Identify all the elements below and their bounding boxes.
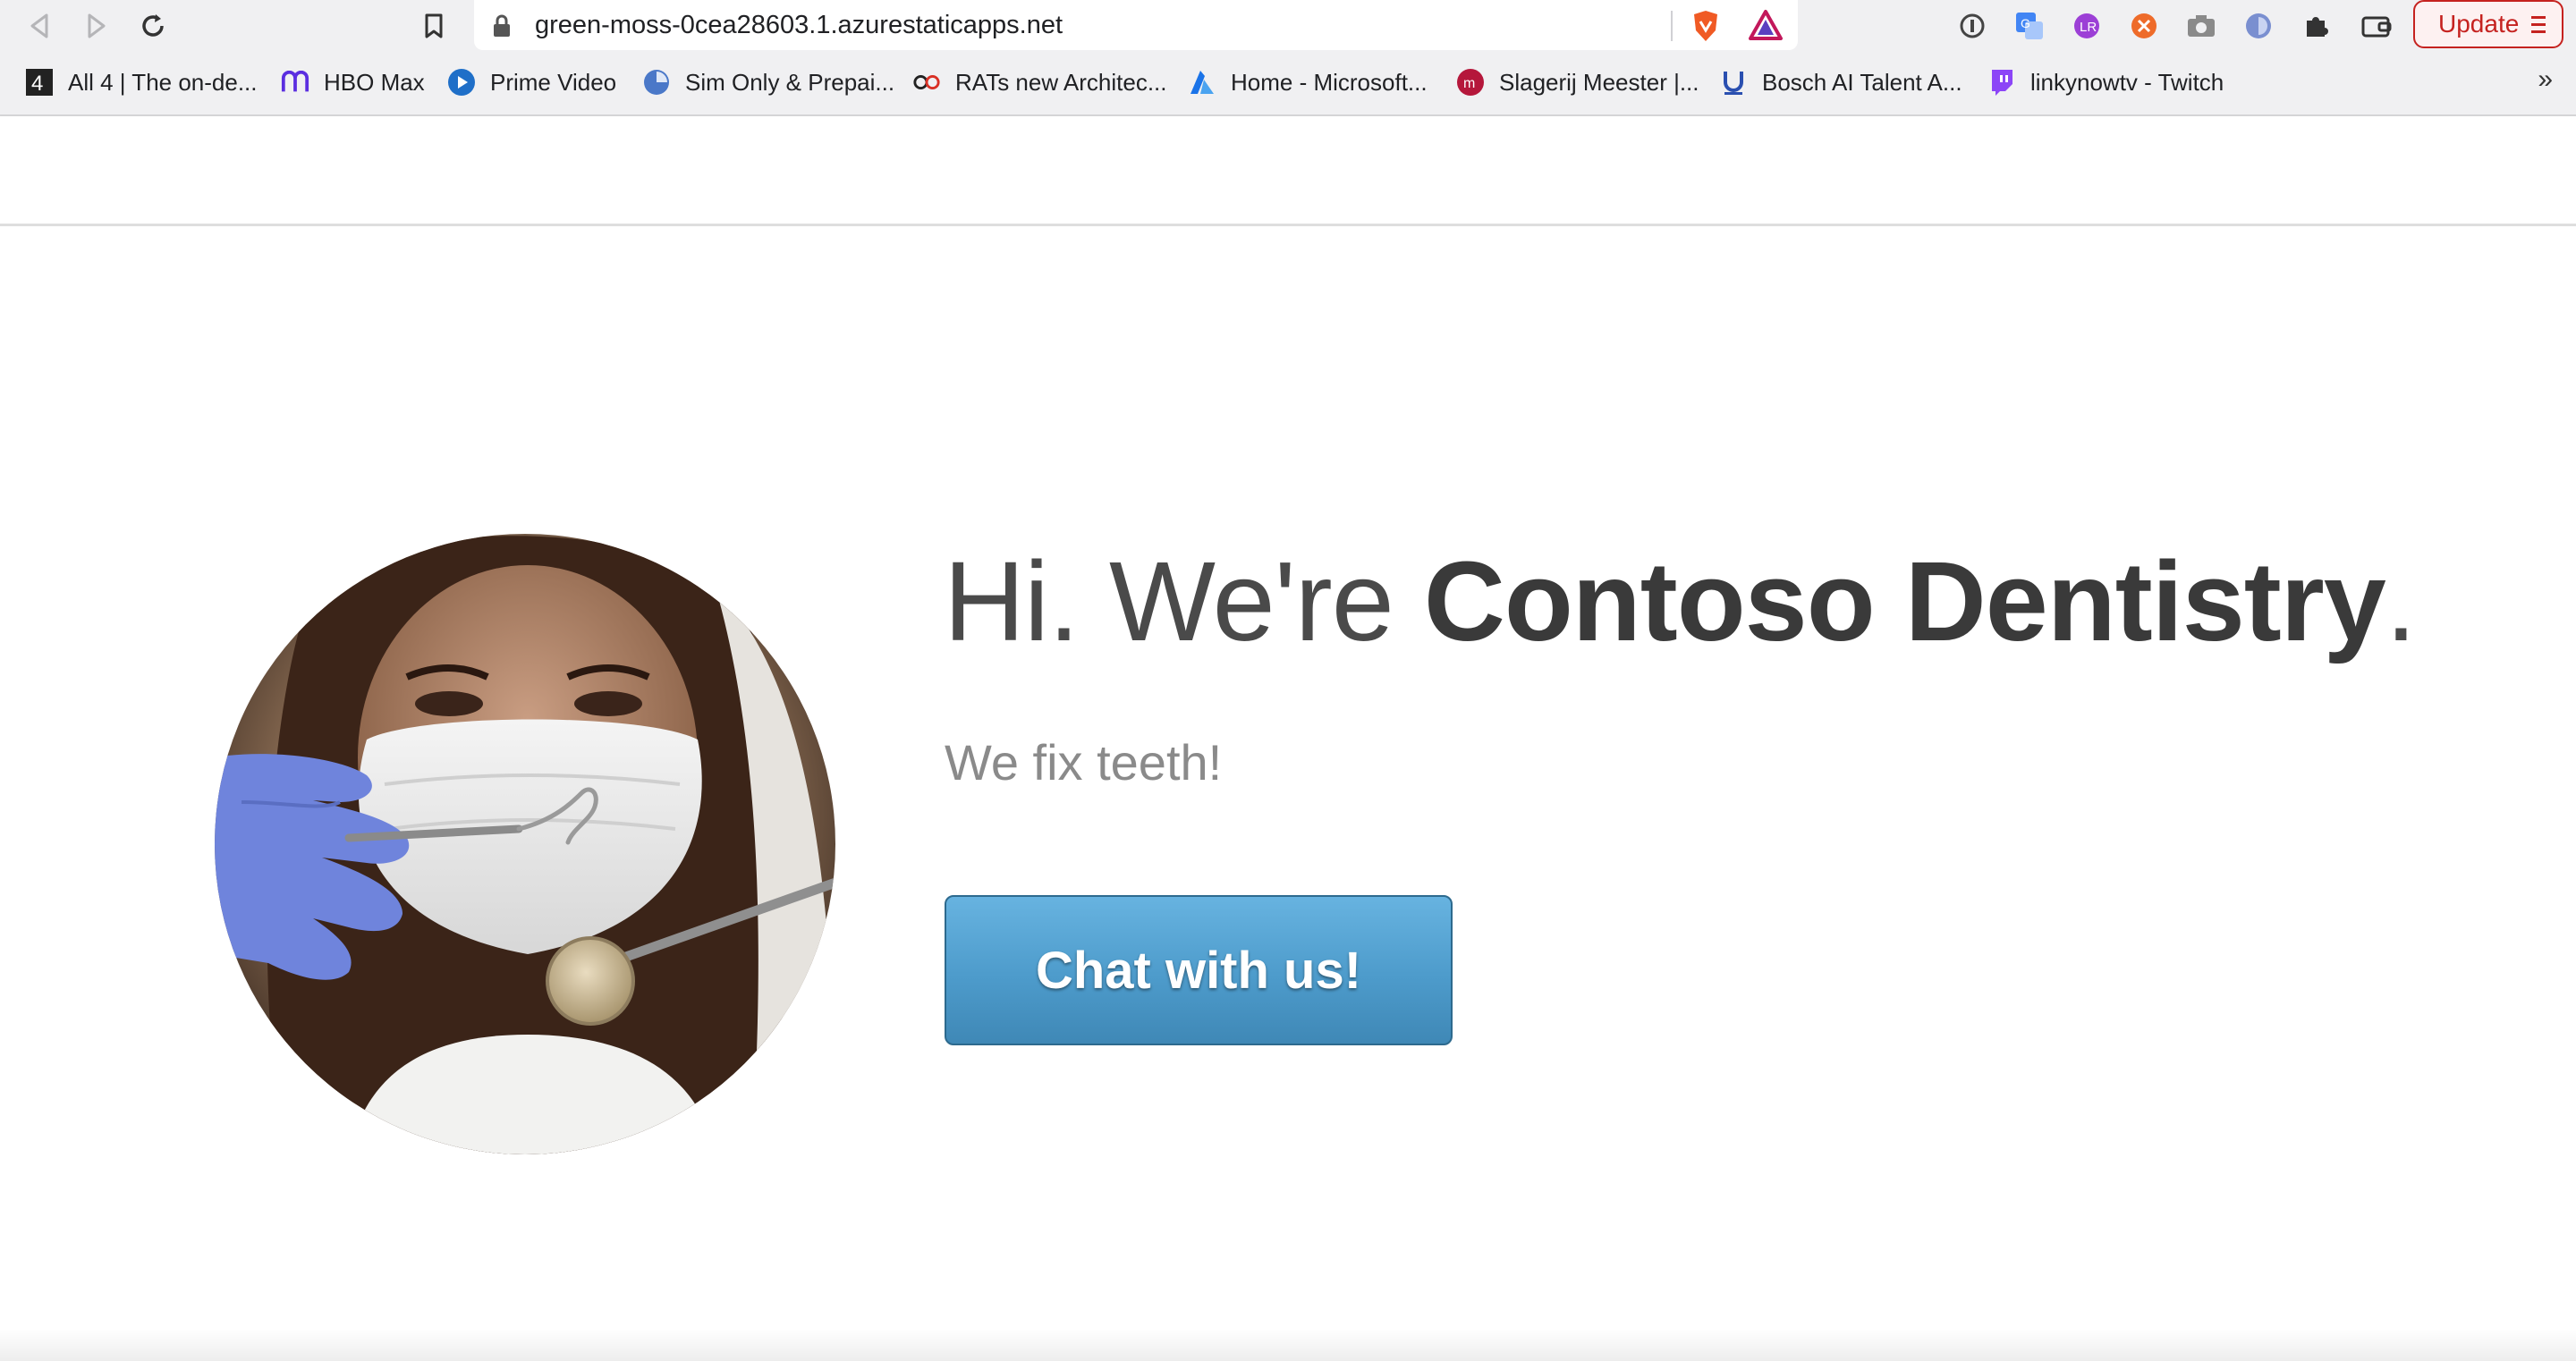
bookmark-microsoft[interactable]: Home - Microsoft...: [1188, 64, 1428, 100]
site-header: [0, 116, 2576, 226]
update-button[interactable]: Update: [2413, 0, 2563, 48]
twitch-icon: [1987, 68, 2016, 97]
rats-icon: [912, 68, 941, 97]
hero-headline: Hi. We're Contoso Dentistry.: [944, 537, 2417, 666]
chat-with-us-button[interactable]: Chat with us!: [945, 895, 1453, 1045]
dentist-photo: [215, 534, 835, 1154]
password-manager-icon[interactable]: [1955, 9, 1989, 43]
bookmark-twitch[interactable]: linkynowtv - Twitch: [1987, 64, 2224, 100]
bookmark-sim-only[interactable]: Sim Only & Prepai...: [642, 64, 894, 100]
more-bookmarks-icon[interactable]: »: [2538, 64, 2553, 95]
bookmark-label: Prime Video: [490, 68, 617, 96]
browser-toolbar: green-moss-0cea28603.1.azurestaticapps.n…: [0, 0, 2576, 52]
bookmark-label: RATs new Architec...: [955, 68, 1167, 96]
bookmark-prime-video[interactable]: Prime Video: [447, 64, 616, 100]
extensions-puzzle-icon[interactable]: [2299, 9, 2333, 43]
bookmark-label: Bosch AI Talent A...: [1762, 68, 1962, 96]
translate-icon[interactable]: G: [2012, 9, 2046, 43]
bookmark-slagerij[interactable]: m Slagerij Meester |...: [1456, 64, 1699, 100]
brave-shield-icon[interactable]: [1690, 9, 1721, 47]
headline-period: .: [2385, 538, 2417, 664]
hbo-max-icon: [281, 68, 309, 97]
url-text[interactable]: green-moss-0cea28603.1.azurestaticapps.n…: [535, 11, 1063, 40]
reload-icon[interactable]: [132, 5, 174, 46]
svg-text:4: 4: [31, 72, 43, 96]
bookmark-label: All 4 | The on-de...: [68, 68, 258, 96]
forward-icon[interactable]: [75, 5, 116, 46]
camera-icon[interactable]: [2184, 9, 2218, 43]
udacity-icon: [1719, 68, 1748, 97]
bookmark-label: Home - Microsoft...: [1231, 68, 1428, 96]
bookmark-label: Slagerij Meester |...: [1499, 68, 1699, 96]
azure-icon: [1188, 68, 1216, 97]
brand-name: Contoso Dentistry: [1423, 538, 2386, 664]
hero-tagline: We fix teeth!: [945, 734, 1223, 790]
svg-text:G: G: [2021, 16, 2030, 30]
bookmarks-bar: 4 All 4 | The on-de... HBO Max Prime Vid…: [0, 52, 2576, 116]
orange-extension-icon[interactable]: [2127, 9, 2161, 43]
back-icon[interactable]: [20, 5, 61, 46]
bookmark-label: Sim Only & Prepai...: [685, 68, 895, 96]
section-divider-shadow: [0, 1329, 2576, 1361]
bookmark-label: HBO Max: [324, 68, 425, 96]
bookmark-rats[interactable]: RATs new Architec...: [912, 64, 1167, 100]
address-bar[interactable]: green-moss-0cea28603.1.azurestaticapps.n…: [474, 0, 1798, 50]
slagerij-icon: m: [1456, 68, 1485, 97]
wallet-icon[interactable]: [2360, 9, 2394, 43]
prime-video-icon: [447, 68, 476, 97]
omnibox-divider: [1671, 11, 1673, 41]
bookmark-all4[interactable]: 4 All 4 | The on-de...: [25, 64, 258, 100]
menu-icon: [2529, 13, 2547, 43]
language-extension-icon[interactable]: LR: [2070, 9, 2104, 43]
bookmark-hbo-max[interactable]: HBO Max: [281, 64, 425, 100]
greeting-text: Hi. We're: [944, 538, 1424, 664]
update-label: Update: [2438, 10, 2520, 38]
sim-only-icon: [642, 68, 671, 97]
brave-rewards-icon[interactable]: [1748, 9, 1784, 46]
svg-text:LR: LR: [2080, 20, 2097, 35]
bookmark-label: linkynowtv - Twitch: [2030, 68, 2224, 96]
bookmark-icon[interactable]: [413, 5, 454, 46]
svg-text:m: m: [1463, 76, 1475, 91]
bookmark-bosch[interactable]: Bosch AI Talent A...: [1719, 64, 1962, 100]
blue-extension-icon[interactable]: [2241, 9, 2275, 43]
lock-icon: [492, 14, 512, 42]
all4-icon: 4: [25, 68, 54, 97]
